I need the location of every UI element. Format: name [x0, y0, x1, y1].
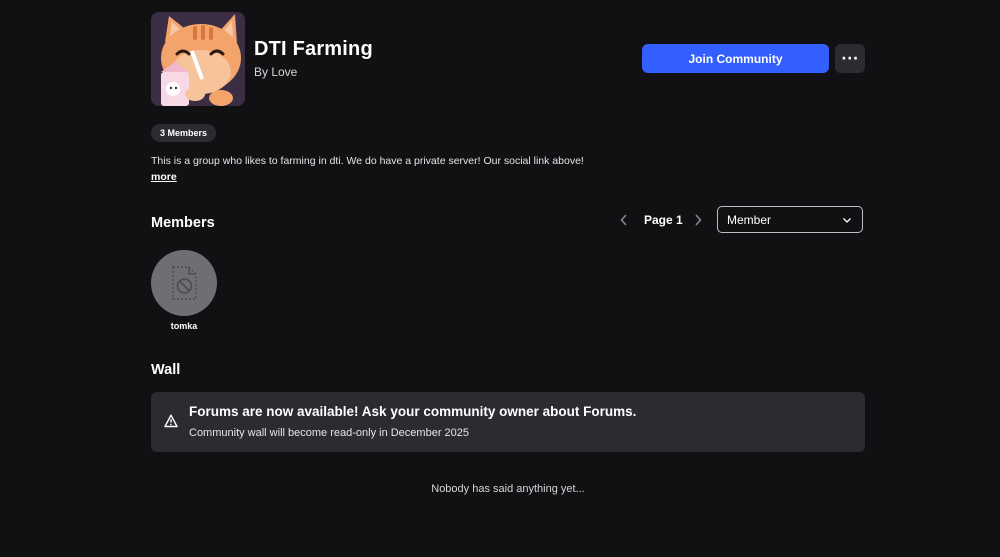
- forums-alert-banner: Forums are now available! Ask your commu…: [151, 392, 865, 452]
- more-options-button[interactable]: ···: [835, 44, 865, 73]
- wall-section-title: Wall: [151, 362, 181, 378]
- role-select-value: Member: [727, 212, 772, 227]
- member-avatar: [151, 250, 217, 316]
- member-name[interactable]: tomka: [151, 321, 217, 331]
- community-page: DTI Farming By Love Join Community ··· 3…: [0, 0, 1000, 557]
- alert-subtitle: Community wall will become read-only in …: [189, 427, 470, 439]
- role-select-dropdown[interactable]: Member: [717, 206, 863, 233]
- member-card[interactable]: tomka: [151, 250, 217, 331]
- broken-image-icon: [172, 266, 197, 300]
- chevron-down-icon: [843, 217, 851, 223]
- wall-empty-message: Nobody has said anything yet...: [431, 483, 585, 495]
- chevron-right-icon[interactable]: [691, 212, 705, 228]
- group-name: DTI Farming: [254, 38, 373, 60]
- chevron-left-icon[interactable]: [617, 212, 631, 228]
- page-indicator: Page 1: [644, 213, 683, 227]
- join-community-button[interactable]: Join Community: [642, 44, 829, 73]
- group-description: This is a group who likes to farming in …: [151, 155, 584, 167]
- group-owner[interactable]: By Love: [254, 65, 297, 79]
- alert-title: Forums are now available! Ask your commu…: [189, 404, 637, 419]
- member-count-badge: 3 Members: [151, 124, 217, 142]
- description-more-link[interactable]: more: [151, 171, 177, 183]
- members-section-title: Members: [151, 215, 215, 231]
- warning-icon: [164, 414, 178, 428]
- group-icon-image: [151, 12, 245, 106]
